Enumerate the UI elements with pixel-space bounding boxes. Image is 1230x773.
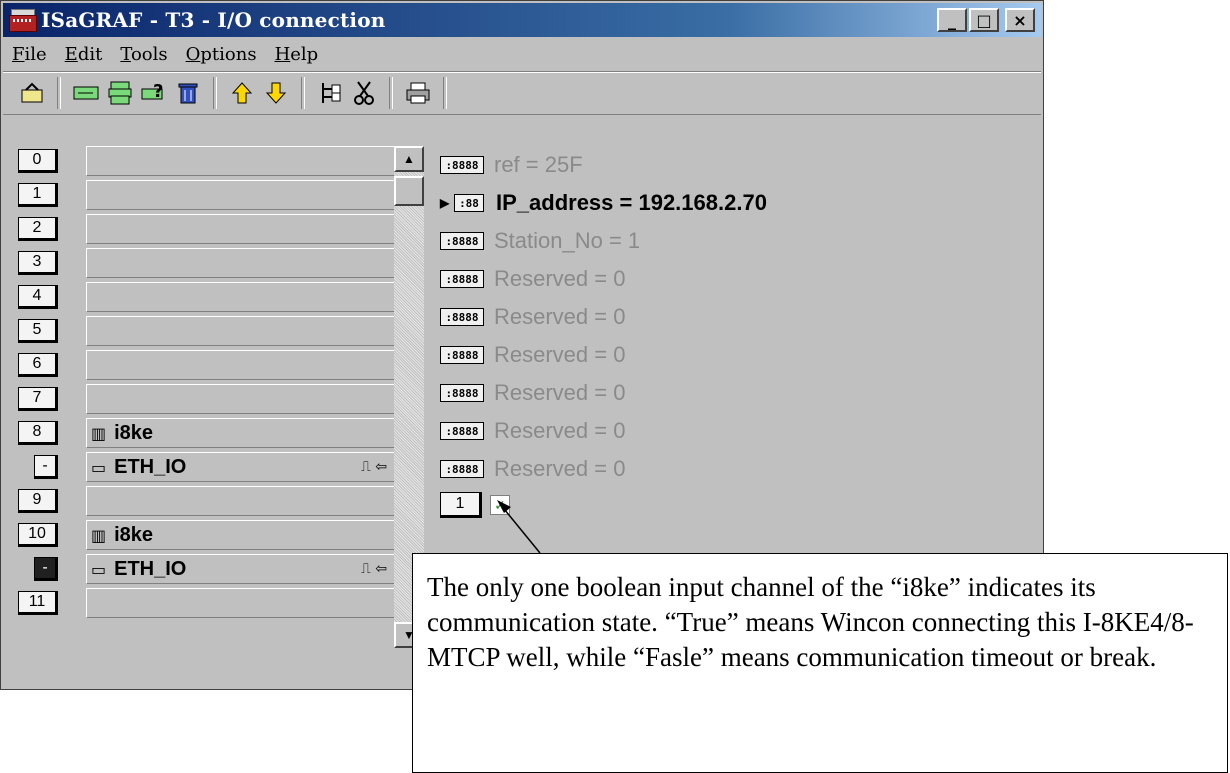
annotation-callout: The only one boolean input channel of th…: [412, 553, 1228, 773]
callout-text: The only one boolean input channel of th…: [427, 572, 1194, 672]
